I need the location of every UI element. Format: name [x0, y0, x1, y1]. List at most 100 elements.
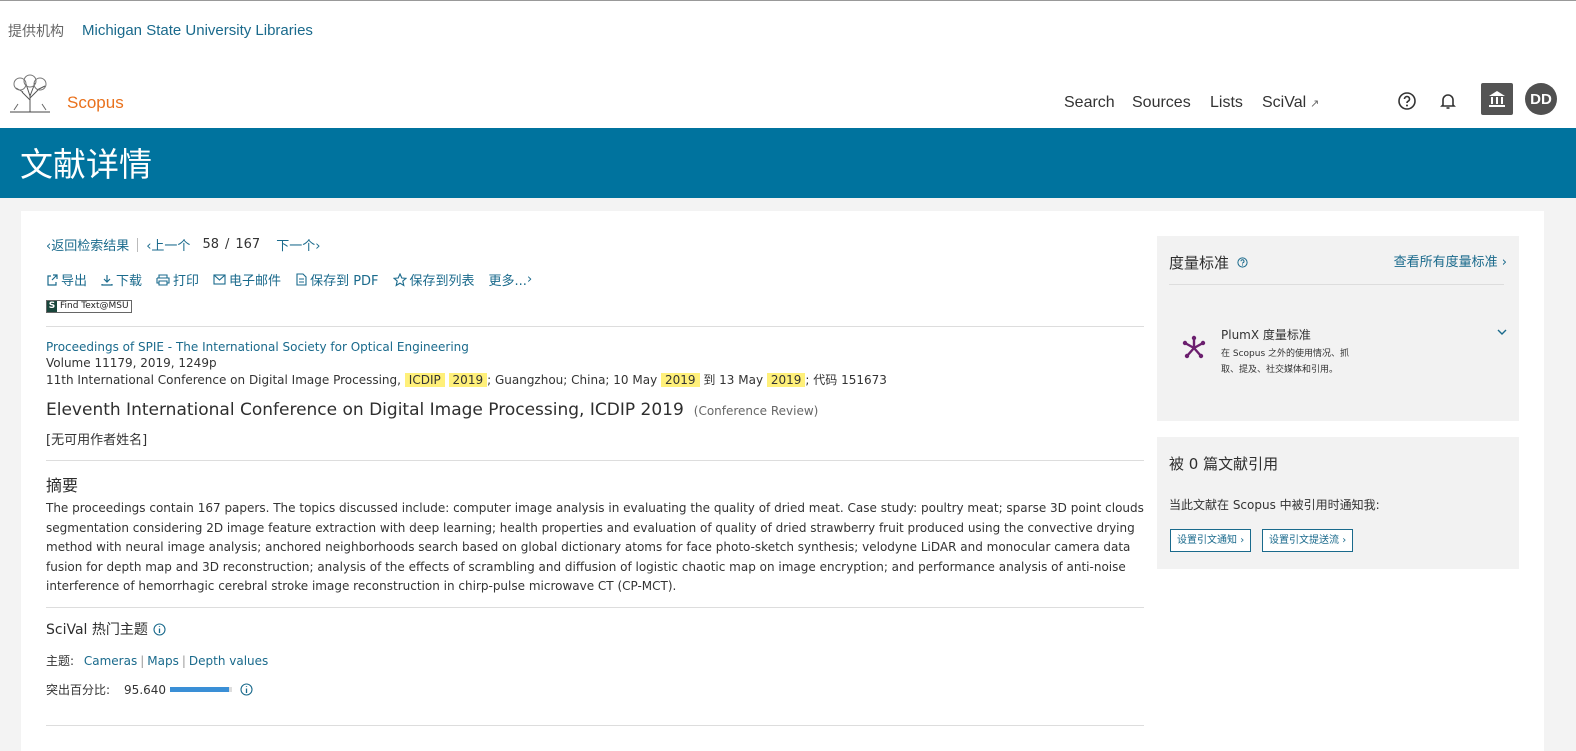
nav-search[interactable]: Search [1064, 94, 1115, 112]
divider [1169, 284, 1504, 285]
export-label: 导出 [61, 274, 88, 289]
back-to-results-label: 返回检索结果 [51, 239, 130, 254]
topics-label: 主题: [46, 654, 75, 668]
next-link[interactable]: 下一个› [276, 235, 320, 254]
help-icon[interactable] [1237, 257, 1248, 268]
save-to-list-button[interactable]: 保存到列表 [392, 270, 475, 289]
chevron-right-icon: › [1240, 535, 1245, 546]
topic-separator: | [181, 654, 186, 668]
set-citation-feed-label: 设置引文提送流 [1269, 535, 1339, 546]
elsevier-tree-logo[interactable] [8, 74, 52, 114]
scopus-brand[interactable]: Scopus [67, 93, 124, 113]
plumx-title: PlumX 度量标准 [1221, 328, 1311, 342]
prominence-row: 突出百分比: 95.640 [46, 681, 253, 698]
nav-lists[interactable]: Lists [1210, 94, 1243, 112]
nav-sources[interactable]: Sources [1132, 94, 1191, 112]
help-icon[interactable] [1397, 91, 1417, 111]
set-citation-alert-label: 设置引文通知 [1177, 535, 1237, 546]
save-to-list-label: 保存到列表 [409, 274, 475, 289]
divider [46, 607, 1144, 608]
document-actions: 导出 下载 打印 电子邮件 保存到 PDF 保存到列表 更多... › [46, 270, 546, 289]
institution-icon [1489, 91, 1505, 107]
print-label: 打印 [173, 274, 200, 289]
highlight-term: 2019 [660, 373, 700, 387]
topic-link[interactable]: Maps [147, 654, 179, 668]
document-type: (Conference Review) [693, 404, 819, 418]
next-label: 下一个 [276, 239, 316, 254]
prominence-value: 95.640 [124, 682, 167, 697]
view-all-metrics-label: 查看所有度量标准 [1393, 255, 1498, 270]
plumx-icon [1182, 335, 1206, 359]
metrics-panel: 度量标准 查看所有度量标准 › PlumX 度量标准 在 Scopus 之外的使… [1157, 236, 1519, 421]
topic-separator: | [140, 654, 145, 668]
scival-heading: SciVal 热门主题 [46, 619, 166, 639]
save-pdf-label: 保存到 PDF [310, 274, 379, 289]
info-icon[interactable] [240, 683, 253, 696]
scival-topics: 主题: Cameras | Maps | Depth values [46, 652, 268, 669]
previous-label: 上一个 [151, 239, 191, 254]
highlight-term: ICDIP [404, 373, 445, 387]
email-icon [213, 274, 226, 285]
prominence-bar-fill [170, 687, 230, 692]
more-actions-label: 更多... [488, 274, 527, 289]
set-citation-alert-button[interactable]: 设置引文通知 › [1170, 529, 1252, 552]
page-title: 文献详情 [20, 145, 152, 184]
abstract-heading: 摘要 [46, 476, 79, 495]
download-button[interactable]: 下载 [101, 270, 142, 289]
top-bar: 提供机构 Michigan State University Libraries… [0, 0, 1576, 128]
abstract-text: The proceedings contain 167 papers. The … [46, 501, 1144, 593]
nav-scival[interactable]: SciVal ↗ [1262, 94, 1319, 112]
cited-by-heading: 被 0 篇文献引用 [1169, 455, 1279, 473]
highlight-term: 2019 [448, 373, 488, 387]
star-icon [392, 272, 407, 287]
info-icon[interactable] [153, 622, 166, 636]
divider [137, 237, 139, 252]
chevron-down-icon[interactable] [1497, 328, 1507, 336]
email-label: 电子邮件 [229, 274, 282, 289]
divider [46, 725, 1144, 726]
user-avatar[interactable]: DD [1525, 83, 1557, 115]
find-text-button[interactable]: S Find Text@MSU [46, 300, 132, 313]
highlight-term: 2019 [766, 373, 806, 387]
findtext-label: Find Text@MSU [60, 301, 129, 311]
bell-icon[interactable] [1438, 91, 1458, 111]
set-citation-feed-button[interactable]: 设置引文提送流 › [1262, 529, 1354, 552]
download-icon [101, 274, 113, 286]
nav-scival-label: SciVal [1262, 94, 1307, 111]
save-pdf-button[interactable]: 保存到 PDF [295, 270, 379, 289]
view-all-metrics-link[interactable]: 查看所有度量标准 › [1394, 251, 1507, 270]
print-button[interactable]: 打印 [156, 270, 199, 289]
prominence-label: 突出百分比: [46, 683, 111, 697]
divider [46, 326, 1144, 327]
authors: [无可用作者姓名] [46, 433, 148, 448]
result-pager: ‹返回检索结果 ‹上一个 58 / 167 下一个› [46, 235, 320, 254]
source-volume: Volume 11179, 2019, 1249p [46, 356, 217, 370]
conference-text: 到 13 May [699, 373, 767, 387]
topic-link[interactable]: Cameras [84, 654, 137, 668]
page-banner: 文献详情 [0, 128, 1576, 198]
previous-link[interactable]: ‹上一个 [146, 235, 190, 254]
export-button[interactable]: 导出 [46, 270, 87, 289]
chevron-right-icon: › [315, 239, 321, 254]
source-title-link[interactable]: Proceedings of SPIE - The International … [46, 340, 469, 354]
citation-notify-text: 当此文献在 Scopus 中被引用时通知我: [1169, 498, 1380, 512]
conference-text: ; 代码 151673 [805, 373, 887, 387]
document-title: Eleventh International Conference on Dig… [46, 400, 684, 420]
result-current: 58 [202, 237, 219, 252]
download-label: 下载 [116, 274, 143, 289]
metrics-heading: 度量标准 [1169, 252, 1248, 273]
external-link-icon: ↗ [1310, 98, 1320, 110]
chevron-right-icon: › [1342, 535, 1347, 546]
scival-heading-label: SciVal 热门主题 [46, 622, 148, 638]
topic-link[interactable]: Depth values [189, 654, 268, 668]
print-icon [156, 273, 170, 286]
result-slash: / [224, 237, 230, 252]
pdf-icon [296, 273, 307, 286]
back-to-results-link[interactable]: ‹返回检索结果 [46, 235, 129, 254]
more-actions-button[interactable]: 更多... › [489, 270, 533, 289]
institution-button[interactable] [1481, 83, 1513, 115]
institution-link[interactable]: Michigan State University Libraries [82, 22, 313, 39]
conference-text: 11th International Conference on Digital… [46, 373, 405, 387]
institution-label: 提供机构 [8, 24, 64, 40]
email-button[interactable]: 电子邮件 [213, 270, 281, 289]
